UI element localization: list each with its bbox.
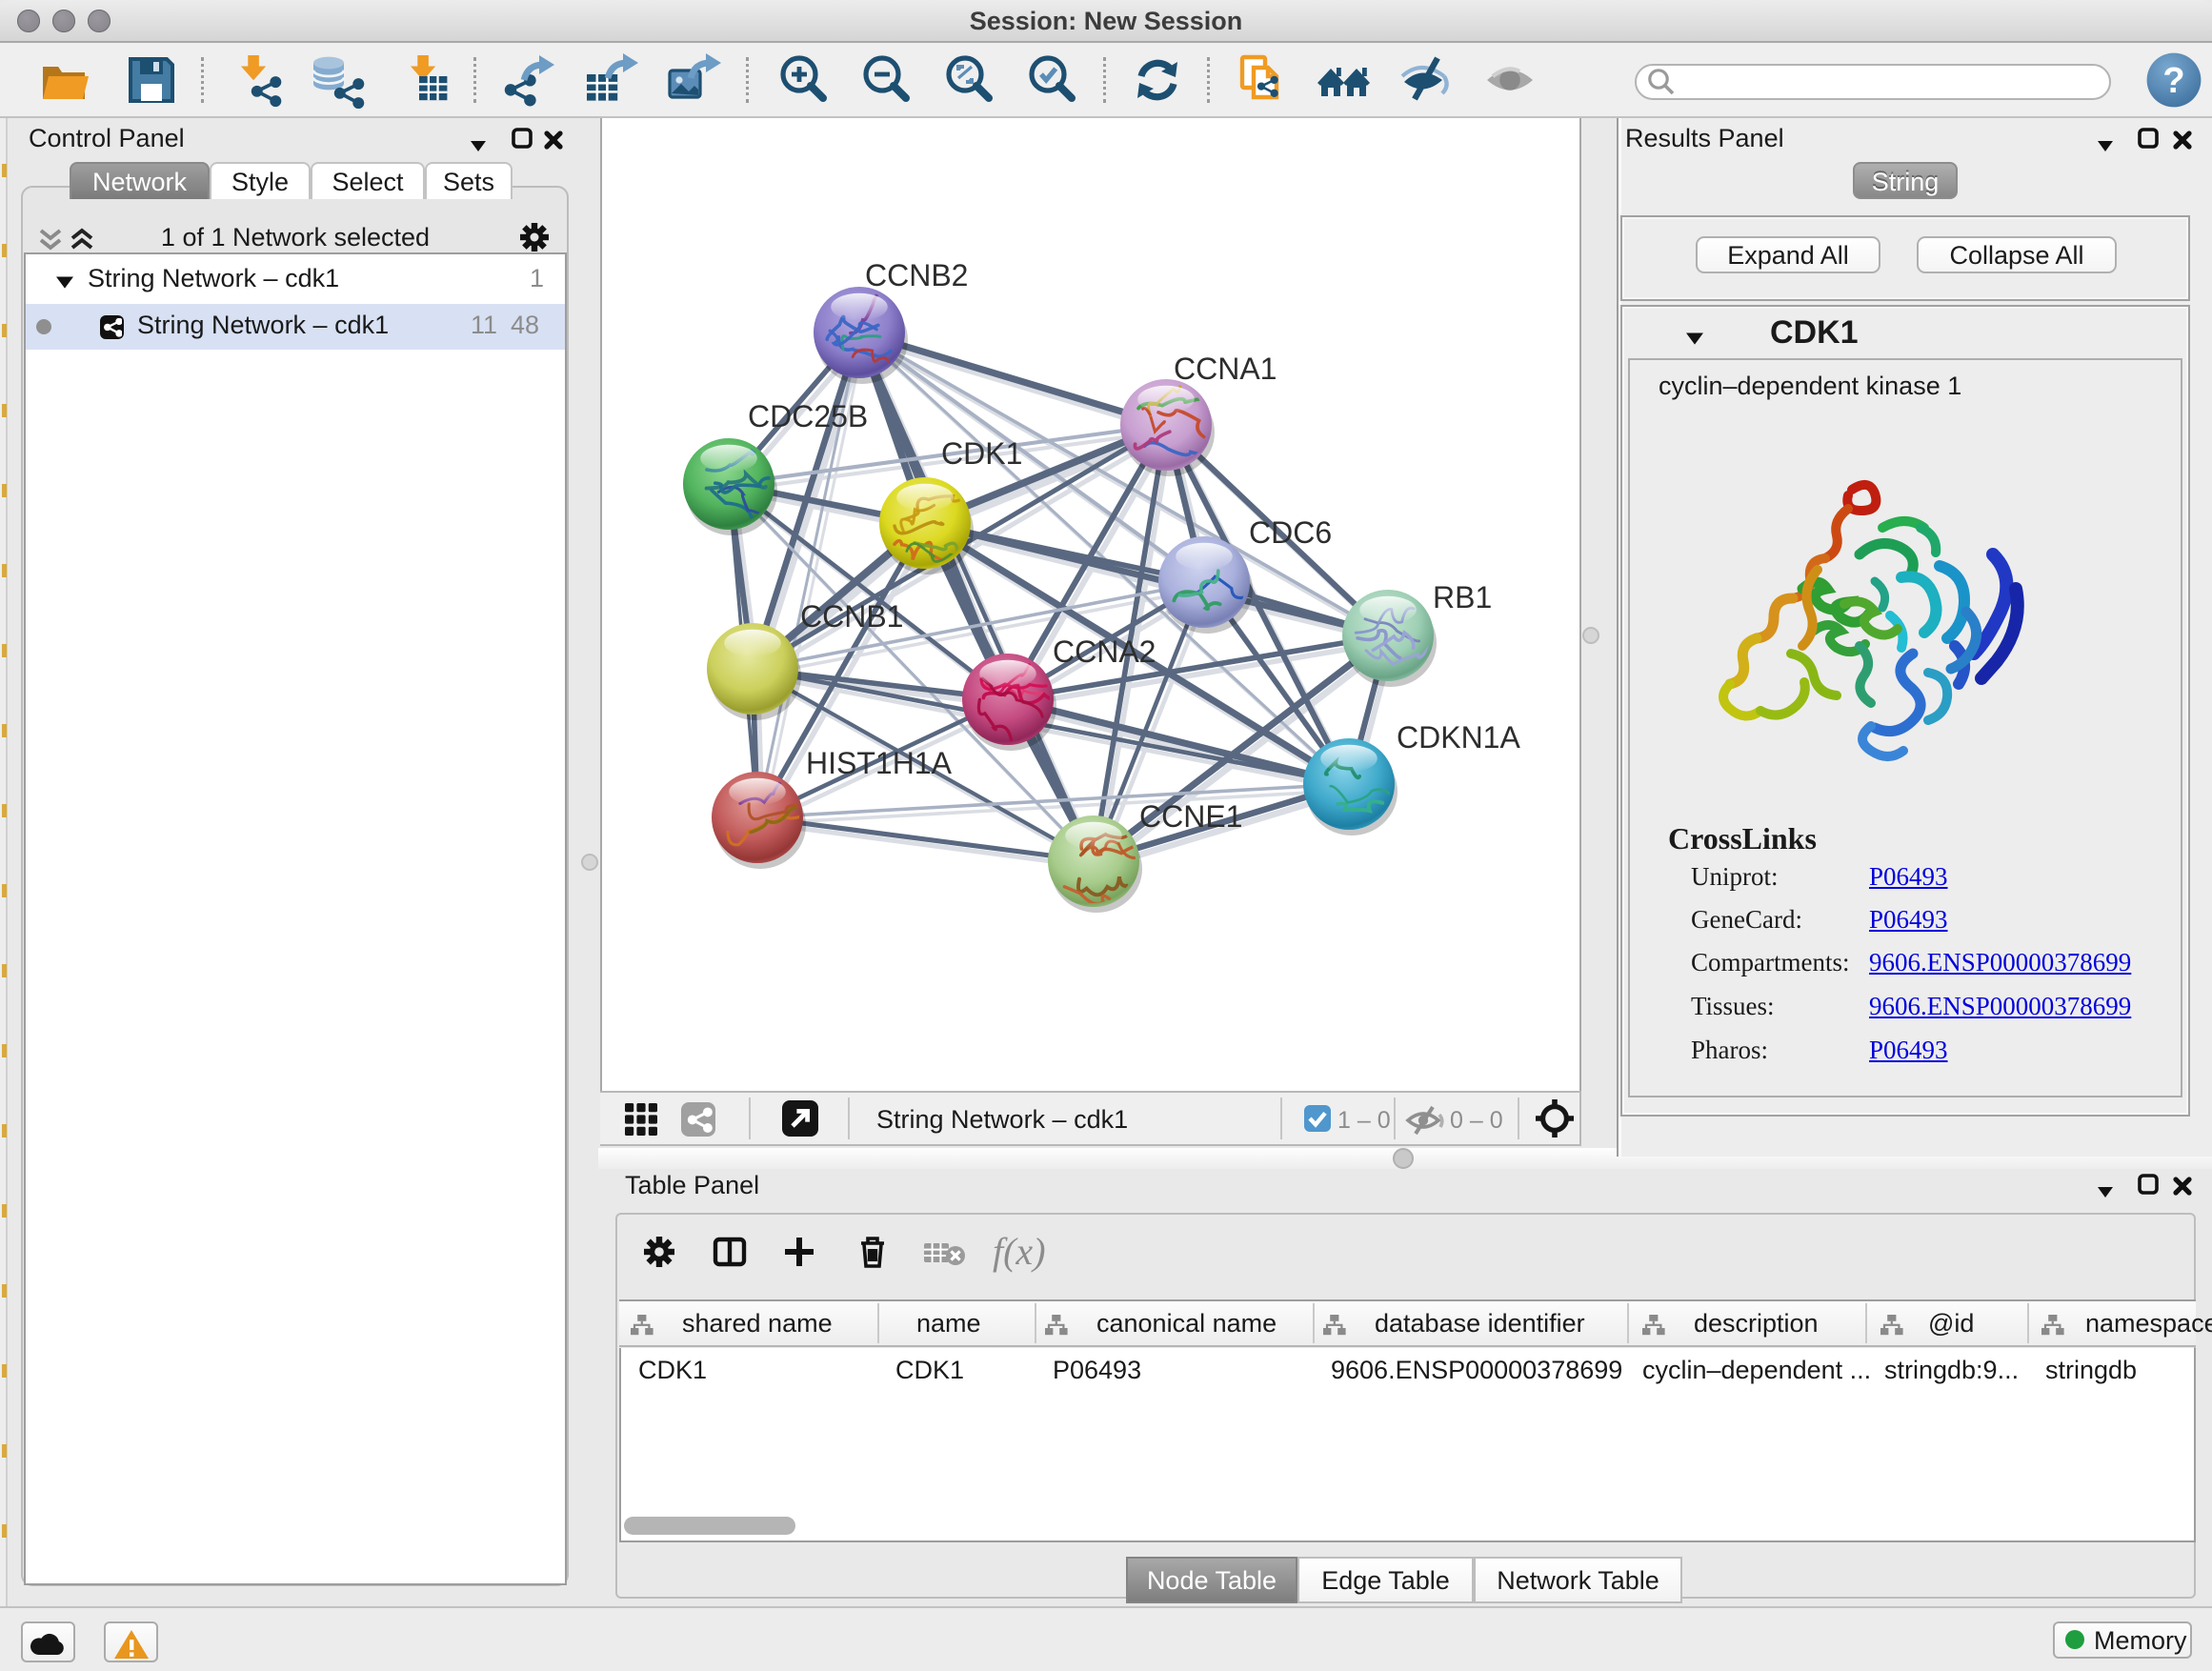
svg-text:RB1: RB1: [1433, 580, 1492, 614]
svg-text:CCNA2: CCNA2: [1053, 634, 1156, 669]
svg-text:CCNA1: CCNA1: [1174, 352, 1277, 386]
svg-text:CCNE1: CCNE1: [1139, 799, 1242, 834]
svg-text:CCNB1: CCNB1: [800, 599, 903, 634]
svg-text:CCNB2: CCNB2: [865, 258, 968, 292]
svg-text:?: ?: [2162, 61, 2184, 101]
svg-text:CDC25B: CDC25B: [748, 399, 868, 433]
svg-text:CDKN1A: CDKN1A: [1397, 720, 1520, 755]
svg-text:CDK1: CDK1: [941, 436, 1022, 471]
svg-text:CDC6: CDC6: [1249, 515, 1332, 550]
svg-text:HIST1H1A: HIST1H1A: [806, 746, 953, 780]
